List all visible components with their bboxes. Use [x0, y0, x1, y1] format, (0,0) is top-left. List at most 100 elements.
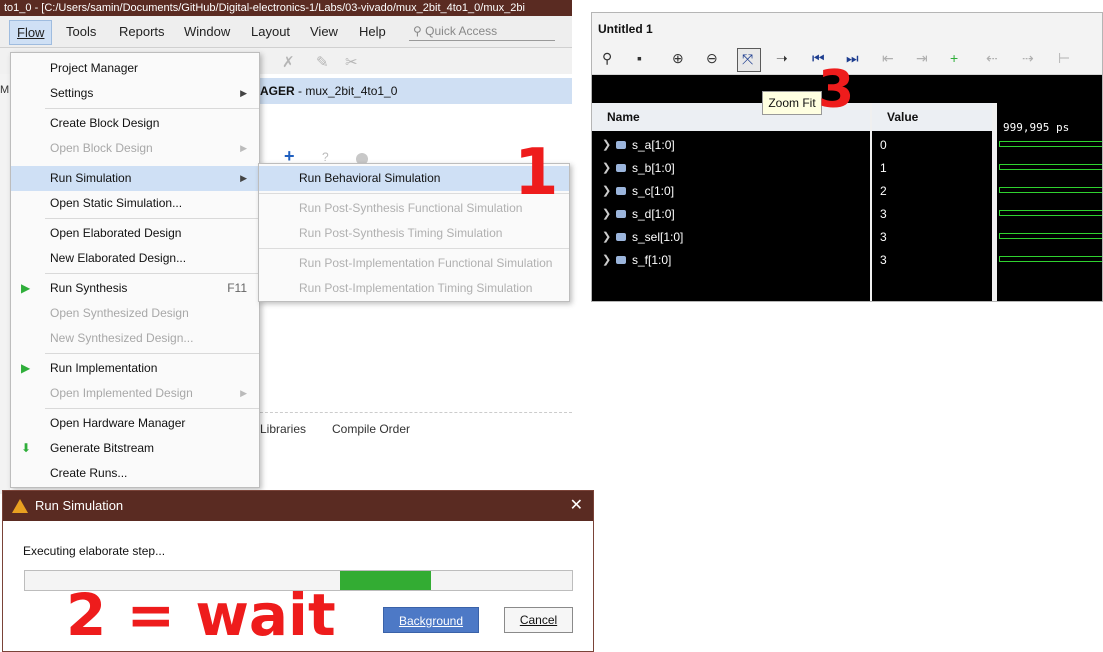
vivado-logo-icon — [12, 499, 28, 513]
signal-name: s_c[1:0] — [632, 184, 675, 198]
signal-value: 3 — [880, 230, 887, 244]
menu-item-create-runs[interactable]: Create Runs... — [11, 461, 259, 486]
signal-row[interactable]: ❯ s_a[1:0] — [592, 134, 870, 157]
bus-signal-icon — [616, 210, 626, 218]
annotation-step-3: 3 — [818, 60, 855, 120]
menu-separator — [45, 108, 259, 109]
signal-row[interactable]: ❯ s_sel[1:0] — [592, 226, 870, 249]
help-icon[interactable]: ? — [322, 150, 329, 164]
menu-item-open-hardware-manager[interactable]: Open Hardware Manager — [11, 411, 259, 436]
dialog-title: Run Simulation — [35, 498, 124, 513]
menu-item-run-synthesis[interactable]: ▶ Run Synthesis F11 — [11, 276, 259, 301]
annotation-step-2: 2 = wait — [66, 581, 336, 649]
next-marker-icon[interactable]: ⇢ — [1022, 50, 1034, 67]
menu-item-open-elaborated-design[interactable]: Open Elaborated Design — [11, 221, 259, 246]
signal-row[interactable]: ❯ s_c[1:0] — [592, 180, 870, 203]
signal-value: 0 — [880, 138, 887, 152]
waveform-title: Untitled 1 — [592, 13, 1102, 45]
menu-help[interactable]: Help — [359, 24, 386, 39]
expand-chevron-icon[interactable]: ❯ — [602, 226, 611, 249]
menu-window[interactable]: Window — [184, 24, 230, 39]
menu-item-run-implementation[interactable]: ▶ Run Implementation — [11, 356, 259, 381]
menu-reports[interactable]: Reports — [119, 24, 165, 39]
previous-transition-icon[interactable]: ⇤ — [882, 50, 894, 67]
tool-icon[interactable]: ✂ — [345, 53, 358, 71]
expand-chevron-icon[interactable]: ❯ — [602, 249, 611, 272]
signal-name: s_a[1:0] — [632, 138, 675, 152]
bus-signal-icon — [616, 256, 626, 264]
left-panel-edge: M — [0, 74, 10, 494]
menu-item-open-static-simulation[interactable]: Open Static Simulation... — [11, 191, 259, 216]
submenu-arrow-icon: ▶ — [240, 143, 247, 153]
expand-chevron-icon[interactable]: ❯ — [602, 134, 611, 157]
time-cursor-label: 999,995 ps — [1003, 121, 1070, 134]
signal-value: 3 — [880, 207, 887, 221]
menu-item-run-simulation[interactable]: Run Simulation ▶ — [11, 166, 259, 191]
sources-tabs: Libraries Compile Order — [250, 412, 572, 442]
pencil-icon[interactable]: ✎ — [316, 53, 329, 71]
zoom-fit-icon: ⤧ — [742, 51, 754, 67]
tab-compile-order[interactable]: Compile Order — [332, 422, 410, 436]
play-icon: ▶ — [21, 281, 31, 295]
next-transition-icon[interactable]: ⇥ — [916, 50, 928, 67]
bitstream-icon: ⬇ — [21, 441, 32, 455]
flow-menu: Project Manager Settings ▶ Create Block D… — [10, 52, 260, 488]
zoom-fit-button[interactable]: ⤧ — [737, 48, 761, 72]
submenu-arrow-icon: ▶ — [240, 388, 247, 398]
signal-row[interactable]: ❯ s_f[1:0] — [592, 249, 870, 272]
quick-access-label: Quick Access — [425, 24, 498, 38]
bus-signal-icon — [616, 187, 626, 195]
menu-item-create-block-design[interactable]: Create Block Design — [11, 111, 259, 136]
dialog-status-text: Executing elaborate step... — [23, 544, 166, 558]
menu-separator — [259, 248, 569, 249]
waveform-trace — [999, 233, 1102, 239]
search-icon: ⚲ — [413, 24, 422, 38]
waveform-trace — [999, 256, 1102, 262]
zoom-fit-tooltip: Zoom Fit — [762, 91, 822, 115]
signal-value: 2 — [880, 184, 887, 198]
menu-separator — [45, 273, 259, 274]
menu-item-generate-bitstream[interactable]: ⬇ Generate Bitstream — [11, 436, 259, 461]
menu-item-settings[interactable]: Settings ▶ — [11, 81, 259, 106]
search-icon[interactable]: ⚲ — [602, 50, 612, 67]
waveform-window: Untitled 1 ⚲ ▪ ⊕ ⊖ ➝ ⏮ ⏭ ⇤ ⇥ + ⇠ ⇢ ⊢ ⤧ N… — [591, 12, 1103, 302]
menu-layout[interactable]: Layout — [251, 24, 290, 39]
expand-chevron-icon[interactable]: ❯ — [602, 203, 611, 226]
submenu-arrow-icon: ▶ — [240, 173, 247, 183]
save-icon[interactable]: ▪ — [637, 50, 642, 66]
menu-separator — [45, 408, 259, 409]
goto-cursor-icon[interactable]: ➝ — [776, 50, 788, 67]
menu-item-project-manager[interactable]: Project Manager — [11, 56, 259, 81]
tab-libraries[interactable]: Libraries — [260, 422, 306, 436]
waveform-trace — [999, 210, 1102, 216]
signal-name: s_b[1:0] — [632, 161, 675, 175]
menu-item-new-synthesized-design: New Synthesized Design... — [50, 331, 194, 345]
signal-row[interactable]: ❯ s_d[1:0] — [592, 203, 870, 226]
dialog-title-bar: Run Simulation ✕ — [3, 491, 593, 521]
zoom-out-icon[interactable]: ⊖ — [706, 50, 718, 67]
window-title: to1_0 - [C:/Users/samin/Documents/GitHub… — [0, 0, 572, 16]
expand-chevron-icon[interactable]: ❯ — [602, 157, 611, 180]
menu-view[interactable]: View — [310, 24, 338, 39]
shortcut-label: F11 — [227, 281, 247, 295]
cancel-button[interactable]: Cancel — [504, 607, 573, 633]
menu-tools[interactable]: Tools — [66, 24, 96, 39]
signal-row[interactable]: ❯ s_b[1:0] — [592, 157, 870, 180]
bus-signal-icon — [616, 141, 626, 149]
menu-item-post-synthesis-timing: Run Post-Synthesis Timing Simulation — [299, 226, 503, 240]
add-marker-icon[interactable]: + — [950, 50, 958, 66]
close-icon[interactable]: ✕ — [570, 491, 583, 521]
previous-marker-icon[interactable]: ⇠ — [986, 50, 998, 67]
signal-name-column: Name ❯ s_a[1:0] ❯ s_b[1:0] ❯ s_c[1:0] ❯ s_d[1:0… — [592, 103, 870, 301]
zoom-in-icon[interactable]: ⊕ — [672, 50, 684, 67]
menu-flow[interactable]: Flow — [9, 20, 53, 45]
background-button[interactable]: Background — [383, 607, 479, 633]
quick-access-search[interactable]: ⚲ Quick Access — [409, 21, 555, 41]
expand-chevron-icon[interactable]: ❯ — [602, 180, 611, 203]
menu-item-new-elaborated-design[interactable]: New Elaborated Design... — [11, 246, 259, 271]
debug-icon[interactable]: ✗ — [282, 53, 295, 71]
menu-item-open-block-design: Open Block Design ▶ — [11, 136, 259, 161]
swap-cursors-icon[interactable]: ⊢ — [1058, 50, 1070, 67]
menu-item-post-implementation-functional: Run Post-Implementation Functional Simul… — [299, 256, 553, 270]
menu-item-open-implemented-design: Open Implemented Design ▶ — [11, 381, 259, 406]
